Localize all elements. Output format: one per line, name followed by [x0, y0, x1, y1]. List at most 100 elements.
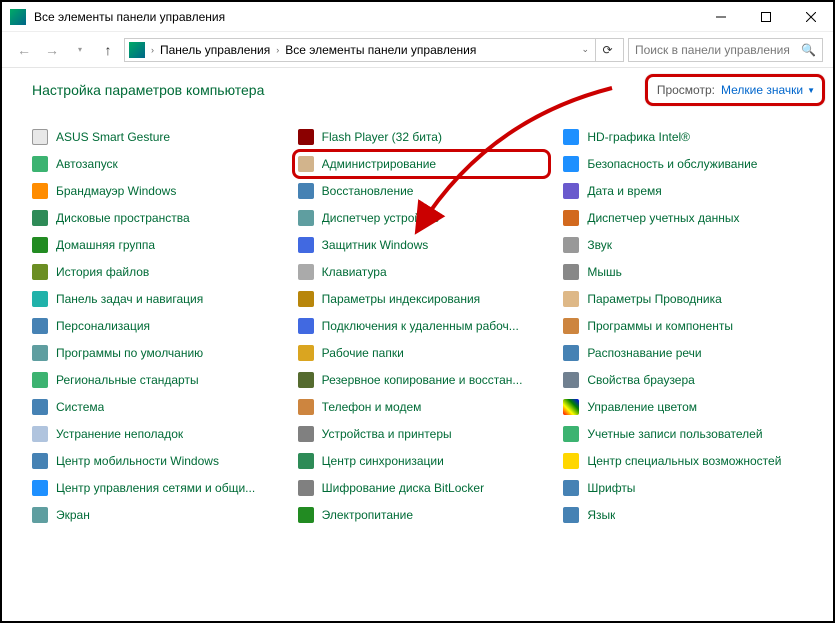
- control-panel-item[interactable]: Программы и компоненты: [563, 315, 815, 337]
- chevron-down-icon[interactable]: ⌄: [581, 44, 589, 55]
- control-panel-item[interactable]: Восстановление: [298, 180, 550, 202]
- control-panel-item[interactable]: Звук: [563, 234, 815, 256]
- address-bar[interactable]: › Панель управления › Все элементы панел…: [124, 38, 624, 62]
- item-label: Восстановление: [322, 184, 414, 198]
- item-label: Параметры Проводника: [587, 292, 721, 306]
- control-panel-item[interactable]: Безопасность и обслуживание: [563, 153, 815, 175]
- page-title: Настройка параметров компьютера: [32, 82, 264, 98]
- item-label: Устройства и принтеры: [322, 427, 452, 441]
- item-label: Панель задач и навигация: [56, 292, 203, 306]
- item-icon: [32, 318, 48, 334]
- item-icon: [298, 237, 314, 253]
- control-panel-item[interactable]: Мышь: [563, 261, 815, 283]
- item-icon: [32, 453, 48, 469]
- control-panel-item[interactable]: Дата и время: [563, 180, 815, 202]
- control-panel-item[interactable]: Администрирование: [298, 153, 550, 175]
- control-panel-item[interactable]: HD-графика Intel®: [563, 126, 815, 148]
- item-label: Центр управления сетями и общи...: [56, 481, 255, 495]
- control-panel-item[interactable]: Панель задач и навигация: [32, 288, 284, 310]
- item-label: Диспетчер учетных данных: [587, 211, 739, 225]
- item-icon: [563, 399, 579, 415]
- item-icon: [32, 264, 48, 280]
- control-panel-item[interactable]: Распознавание речи: [563, 342, 815, 364]
- minimize-button[interactable]: [698, 2, 743, 31]
- breadcrumb-current[interactable]: Все элементы панели управления: [285, 43, 476, 57]
- control-panel-item[interactable]: Автозапуск: [32, 153, 284, 175]
- item-label: История файлов: [56, 265, 149, 279]
- control-panel-item[interactable]: Телефон и модем: [298, 396, 550, 418]
- item-icon: [298, 318, 314, 334]
- item-label: Брандмауэр Windows: [56, 184, 176, 198]
- item-label: Экран: [56, 508, 90, 522]
- control-panel-item[interactable]: Устройства и принтеры: [298, 423, 550, 445]
- control-panel-item[interactable]: Устранение неполадок: [32, 423, 284, 445]
- maximize-button[interactable]: [743, 2, 788, 31]
- item-label: Резервное копирование и восстан...: [322, 373, 523, 387]
- back-button[interactable]: ←: [12, 38, 36, 62]
- control-panel-item[interactable]: Flash Player (32 бита): [298, 126, 550, 148]
- control-panel-item[interactable]: Свойства браузера: [563, 369, 815, 391]
- control-panel-item[interactable]: Шифрование диска BitLocker: [298, 477, 550, 499]
- item-label: Устранение неполадок: [56, 427, 183, 441]
- up-button[interactable]: ↑: [96, 38, 120, 62]
- control-panel-item[interactable]: Параметры индексирования: [298, 288, 550, 310]
- control-panel-item[interactable]: Центр специальных возможностей: [563, 450, 815, 472]
- control-panel-item[interactable]: Резервное копирование и восстан...: [298, 369, 550, 391]
- control-panel-item[interactable]: Рабочие папки: [298, 342, 550, 364]
- control-panel-item[interactable]: Учетные записи пользователей: [563, 423, 815, 445]
- forward-button[interactable]: →: [40, 38, 64, 62]
- control-panel-item[interactable]: Шрифты: [563, 477, 815, 499]
- item-icon: [563, 183, 579, 199]
- control-panel-item[interactable]: Система: [32, 396, 284, 418]
- item-icon: [563, 237, 579, 253]
- control-panel-item[interactable]: История файлов: [32, 261, 284, 283]
- control-panel-item[interactable]: Подключения к удаленным рабоч...: [298, 315, 550, 337]
- control-panel-item[interactable]: Программы по умолчанию: [32, 342, 284, 364]
- control-panel-item[interactable]: Центр управления сетями и общи...: [32, 477, 284, 499]
- item-label: Рабочие папки: [322, 346, 404, 360]
- item-icon: [563, 264, 579, 280]
- control-panel-item[interactable]: Центр мобильности Windows: [32, 450, 284, 472]
- control-panel-item[interactable]: ASUS Smart Gesture: [32, 126, 284, 148]
- item-label: Электропитание: [322, 508, 413, 522]
- window-title: Все элементы панели управления: [34, 10, 698, 24]
- control-panel-item[interactable]: Дисковые пространства: [32, 207, 284, 229]
- control-panel-item[interactable]: Центр синхронизации: [298, 450, 550, 472]
- item-label: Персонализация: [56, 319, 150, 333]
- search-input[interactable]: Поиск в панели управления 🔍: [628, 38, 823, 62]
- recent-dropdown[interactable]: ▾: [68, 38, 92, 62]
- item-icon: [32, 480, 48, 496]
- breadcrumb-root[interactable]: Панель управления: [160, 43, 270, 57]
- control-panel-item[interactable]: Управление цветом: [563, 396, 815, 418]
- control-panel-item[interactable]: Защитник Windows: [298, 234, 550, 256]
- item-icon: [298, 264, 314, 280]
- item-label: Система: [56, 400, 104, 414]
- control-panel-item[interactable]: Региональные стандарты: [32, 369, 284, 391]
- view-dropdown[interactable]: Мелкие значки ▼: [721, 83, 815, 97]
- control-panel-item[interactable]: Клавиатура: [298, 261, 550, 283]
- item-label: Дисковые пространства: [56, 211, 190, 225]
- control-panel-item[interactable]: Язык: [563, 504, 815, 526]
- control-panel-item[interactable]: Диспетчер устройств: [298, 207, 550, 229]
- control-panel-item[interactable]: Домашняя группа: [32, 234, 284, 256]
- location-icon: [129, 42, 145, 58]
- chevron-down-icon: ▼: [807, 86, 815, 95]
- item-icon: [563, 318, 579, 334]
- item-label: Мышь: [587, 265, 622, 279]
- control-panel-item[interactable]: Персонализация: [32, 315, 284, 337]
- search-placeholder: Поиск в панели управления: [635, 43, 790, 57]
- control-panel-item[interactable]: Экран: [32, 504, 284, 526]
- control-panel-item[interactable]: Диспетчер учетных данных: [563, 207, 815, 229]
- item-label: Параметры индексирования: [322, 292, 480, 306]
- navigation-bar: ← → ▾ ↑ › Панель управления › Все элемен…: [2, 32, 833, 68]
- close-button[interactable]: [788, 2, 833, 31]
- control-panel-item[interactable]: Электропитание: [298, 504, 550, 526]
- item-label: Шрифты: [587, 481, 635, 495]
- search-icon: 🔍: [801, 43, 816, 57]
- refresh-button[interactable]: ⟳: [595, 39, 619, 61]
- item-label: Распознавание речи: [587, 346, 701, 360]
- control-panel-item[interactable]: Параметры Проводника: [563, 288, 815, 310]
- control-panel-item[interactable]: Брандмауэр Windows: [32, 180, 284, 202]
- item-label: Центр специальных возможностей: [587, 454, 781, 468]
- item-label: Звук: [587, 238, 612, 252]
